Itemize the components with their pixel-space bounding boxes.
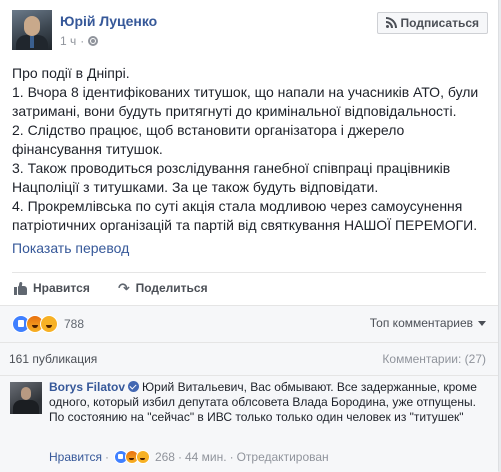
comment-time[interactable]: 44 мин. xyxy=(185,450,227,464)
rss-icon xyxy=(385,17,397,28)
wow-reaction-icon xyxy=(135,450,150,464)
comments-count: Комментарии: (27) xyxy=(382,352,486,366)
post-paragraph: 1. Вчора 8 ідентифікованих титушок, що н… xyxy=(12,84,479,119)
footer-separator: · xyxy=(104,450,109,464)
reactions-bar: 788 Топ комментариев xyxy=(0,305,498,342)
comment-sort-dropdown[interactable]: Топ комментариев xyxy=(370,316,486,330)
comment-body: Borys Filatov Юрий Витальевич, Вас обмыва… xyxy=(49,380,489,425)
author-name[interactable]: Юрій Луценко xyxy=(60,13,157,29)
thumbs-up-icon xyxy=(14,281,27,295)
post-time[interactable]: 1 ч xyxy=(60,34,76,48)
publications-count[interactable]: 161 публикация xyxy=(9,352,97,366)
subscribe-button[interactable]: Подписаться xyxy=(376,12,488,34)
globe-icon xyxy=(88,36,99,46)
haha-reaction-icon xyxy=(40,315,58,333)
share-button[interactable]: ↶ Поделиться xyxy=(116,280,208,297)
comment-like-link[interactable]: Нравится xyxy=(49,450,102,464)
subscribe-label: Подписаться xyxy=(400,16,479,30)
footer-separator: · xyxy=(177,450,182,464)
post-card: Юрій Луценко 1 ч · Подписаться Про події… xyxy=(0,0,499,472)
post-paragraph: 2. Слідство працює, щоб встановити орган… xyxy=(12,122,405,157)
stats-bar: 161 публикация Комментарии: (27) xyxy=(0,342,498,375)
post-paragraph: 4. Прокремлівська по суті акція стала мо… xyxy=(12,198,478,233)
comment-sort-label: Топ комментариев xyxy=(369,316,473,330)
comment-item: Borys Filatov Юрий Витальевич, Вас обмыва… xyxy=(0,375,498,472)
like-button[interactable]: Нравится xyxy=(12,281,90,295)
chevron-down-icon xyxy=(478,321,486,327)
commenter-avatar[interactable] xyxy=(10,382,42,414)
post-meta: 1 ч · xyxy=(60,34,99,48)
show-translation-link[interactable]: Показать перевод xyxy=(12,240,129,256)
share-label: Поделиться xyxy=(135,281,208,295)
reactions-summary[interactable]: 788 xyxy=(12,315,84,333)
edited-label: Отредактирован xyxy=(236,450,329,464)
comment-reaction-count: 268 xyxy=(154,450,175,464)
comment-footer: Нравится · 268 · 44 мин. · Отредактирова… xyxy=(49,450,329,464)
share-arrow-icon: ↶ xyxy=(117,279,130,296)
post-actions: Нравится ↶ Поделиться xyxy=(12,272,486,303)
post-paragraph: Про події в Дніпрі. xyxy=(12,65,130,81)
footer-separator: · xyxy=(229,450,234,464)
post-text: Про події в Дніпрі. 1. Вчора 8 ідентифік… xyxy=(12,64,490,235)
comment-reactions[interactable] xyxy=(113,450,150,464)
commenter-name[interactable]: Borys Filatov xyxy=(49,380,125,394)
like-label: Нравится xyxy=(33,281,90,295)
reaction-count: 788 xyxy=(64,317,85,331)
author-avatar[interactable] xyxy=(12,10,52,50)
post-paragraph: 3. Також проводиться розслідування ганеб… xyxy=(12,160,451,195)
verified-badge-icon xyxy=(128,381,140,392)
meta-separator: · xyxy=(80,34,85,48)
post-header: Юрій Луценко 1 ч · Подписаться xyxy=(12,10,488,56)
